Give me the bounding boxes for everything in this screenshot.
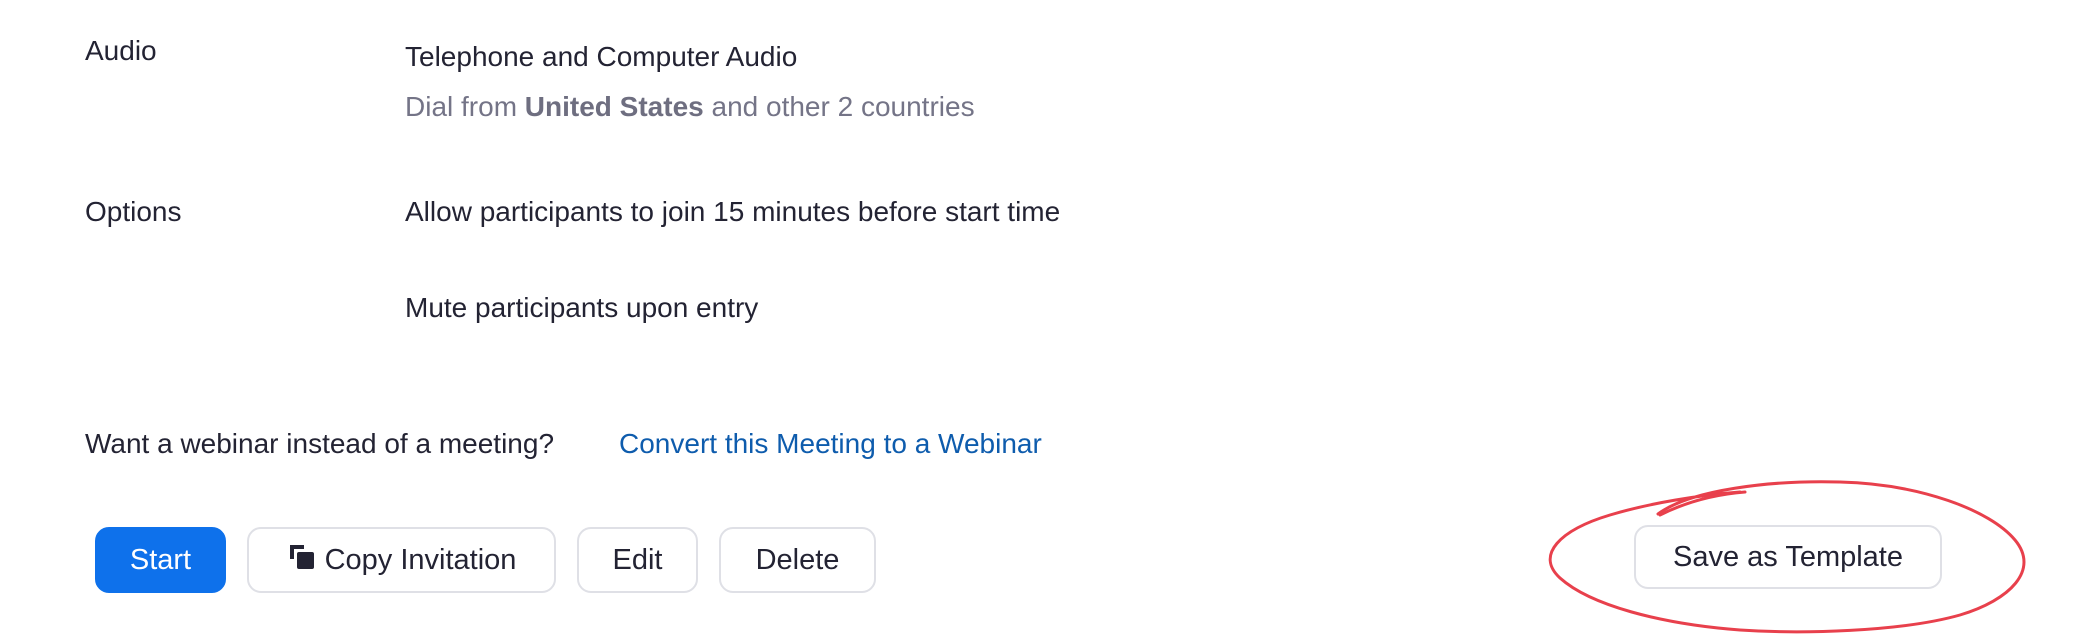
delete-button[interactable]: Delete — [719, 527, 876, 593]
webinar-prompt: Want a webinar instead of a meeting? — [85, 428, 555, 459]
start-button-label: Start — [129, 543, 192, 576]
option-mute-on-entry: Mute participants upon entry — [405, 292, 759, 323]
dial-country: United States — [524, 91, 704, 122]
convert-to-webinar-link[interactable]: Convert this Meeting to a Webinar — [619, 428, 1042, 460]
edit-button-label: Edit — [612, 543, 663, 576]
save-as-template-button[interactable]: Save as Template — [1634, 525, 1942, 589]
option-join-before-host: Allow participants to join 15 minutes be… — [405, 196, 1061, 227]
options-label: Options — [85, 196, 182, 227]
copy-icon — [287, 542, 317, 572]
audio-label: Audio — [85, 35, 157, 66]
start-button[interactable]: Start — [95, 527, 226, 593]
dial-suffix: and other 2 countries — [711, 91, 975, 122]
audio-dial-info: Dial from United States and other 2 coun… — [405, 91, 975, 123]
edit-button[interactable]: Edit — [577, 527, 698, 593]
copy-invitation-button[interactable]: Copy Invitation — [247, 527, 556, 593]
dial-prefix: Dial from — [405, 91, 518, 122]
audio-value: Telephone and Computer Audio — [405, 41, 798, 72]
delete-button-label: Delete — [755, 543, 840, 576]
copy-invitation-label: Copy Invitation — [324, 543, 517, 576]
save-as-template-label: Save as Template — [1673, 540, 1903, 573]
